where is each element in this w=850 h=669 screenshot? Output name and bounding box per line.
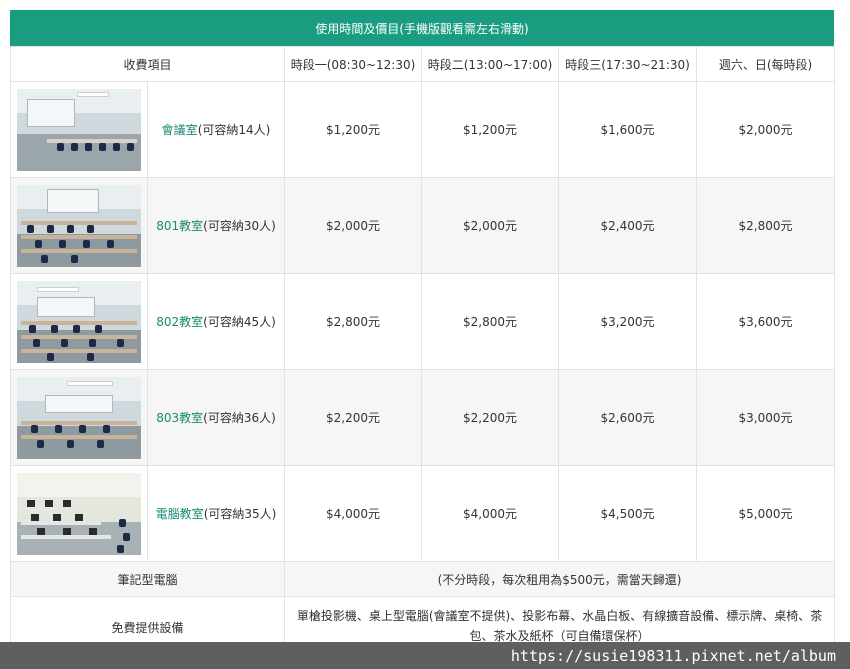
room-name-cell: 會議室(可容納14人) (146, 81, 286, 178)
price-slot-2: $2,000元 (421, 177, 560, 274)
price-slot-1: $1,200元 (284, 81, 423, 178)
price-weekend: $5,000元 (696, 465, 836, 562)
pricing-banner: 使用時間及價目(手機版觀看需左右滑動) (10, 10, 834, 46)
room-photo[interactable] (17, 88, 141, 171)
room-link[interactable]: 802教室 (156, 315, 203, 329)
room-name-cell: 電腦教室(可容納35人) (146, 465, 286, 562)
price-slot-3: $3,200元 (558, 273, 698, 370)
room-photo[interactable] (17, 280, 141, 363)
room-photo-cell (10, 81, 148, 178)
room-capacity: (可容納14人) (197, 123, 271, 137)
table-row: 801教室(可容納30人) $2,000元 $2,000元 $2,400元 $2… (10, 177, 836, 274)
price-slot-3: $2,400元 (558, 177, 698, 274)
room-link[interactable]: 801教室 (156, 219, 203, 233)
header-weekend: 週六、日(每時段) (696, 46, 836, 82)
price-slot-3: $2,600元 (558, 369, 698, 466)
room-capacity: (可容納45人) (203, 315, 276, 329)
price-slot-2: $2,800元 (421, 273, 560, 370)
pricing-panel: 使用時間及價目(手機版觀看需左右滑動) 收費項目 時段一(08:30~12:30… (9, 10, 836, 658)
room-capacity: (可容納36人) (203, 411, 276, 425)
room-link[interactable]: 803教室 (156, 411, 203, 425)
price-weekend: $2,800元 (696, 177, 836, 274)
room-link[interactable]: 電腦教室 (156, 507, 204, 521)
room-link[interactable]: 會議室 (162, 123, 198, 137)
room-name-cell: 802教室(可容納45人) (146, 273, 286, 370)
price-slot-2: $2,200元 (421, 369, 560, 466)
price-slot-3: $4,500元 (558, 465, 698, 562)
room-photo-cell (10, 177, 148, 274)
price-weekend: $3,600元 (696, 273, 836, 370)
header-slot-1: 時段一(08:30~12:30) (284, 46, 423, 82)
price-slot-2: $1,200元 (421, 81, 560, 178)
room-name-cell: 801教室(可容納30人) (146, 177, 286, 274)
free-equipment-text: 單槍投影機、桌上型電腦(會議室不提供)、投影布幕、水晶白板、有線擴音設備、標示牌… (296, 609, 823, 643)
room-capacity: (可容納35人) (203, 507, 277, 521)
table-row: 會議室(可容納14人) $1,200元 $1,200元 $1,600元 $2,0… (10, 81, 836, 178)
room-photo-cell (10, 369, 148, 466)
watermark-bar: https://susie198311.pixnet.net/album (0, 642, 850, 669)
price-weekend: $3,000元 (696, 369, 836, 466)
header-item: 收費項目 (9, 46, 286, 82)
price-slot-1: $2,000元 (284, 177, 423, 274)
room-photo[interactable] (17, 472, 141, 555)
table-row: 802教室(可容納45人) $2,800元 $2,800元 $3,200元 $3… (10, 273, 836, 370)
price-slot-1: $4,000元 (284, 465, 423, 562)
pricing-table: 收費項目 時段一(08:30~12:30) 時段二(13:00~17:00) 時… (9, 46, 836, 658)
room-photo[interactable] (17, 376, 141, 459)
notebook-label: 筆記型電腦 (9, 561, 286, 597)
header-slot-3: 時段三(17:30~21:30) (558, 46, 698, 82)
notebook-row: 筆記型電腦 (不分時段，每次租用為$500元，需當天歸還) (9, 561, 836, 597)
price-slot-1: $2,200元 (284, 369, 423, 466)
table-row: 803教室(可容納36人) $2,200元 $2,200元 $2,600元 $3… (10, 369, 836, 466)
price-weekend: $2,000元 (696, 81, 836, 178)
price-slot-3: $1,600元 (558, 81, 698, 178)
room-capacity: (可容納30人) (203, 219, 276, 233)
room-photo-cell (10, 465, 148, 562)
table-row: 電腦教室(可容納35人) $4,000元 $4,000元 $4,500元 $5,… (10, 465, 836, 562)
header-row: 收費項目 時段一(08:30~12:30) 時段二(13:00~17:00) 時… (9, 46, 836, 82)
watermark-url: https://susie198311.pixnet.net/album (510, 646, 836, 665)
room-name-cell: 803教室(可容納36人) (146, 369, 286, 466)
notebook-price: (不分時段，每次租用為$500元，需當天歸還) (284, 561, 836, 597)
room-photo[interactable] (17, 184, 141, 267)
header-slot-2: 時段二(13:00~17:00) (421, 46, 560, 82)
price-slot-1: $2,800元 (284, 273, 423, 370)
price-slot-2: $4,000元 (421, 465, 560, 562)
room-photo-cell (10, 273, 148, 370)
